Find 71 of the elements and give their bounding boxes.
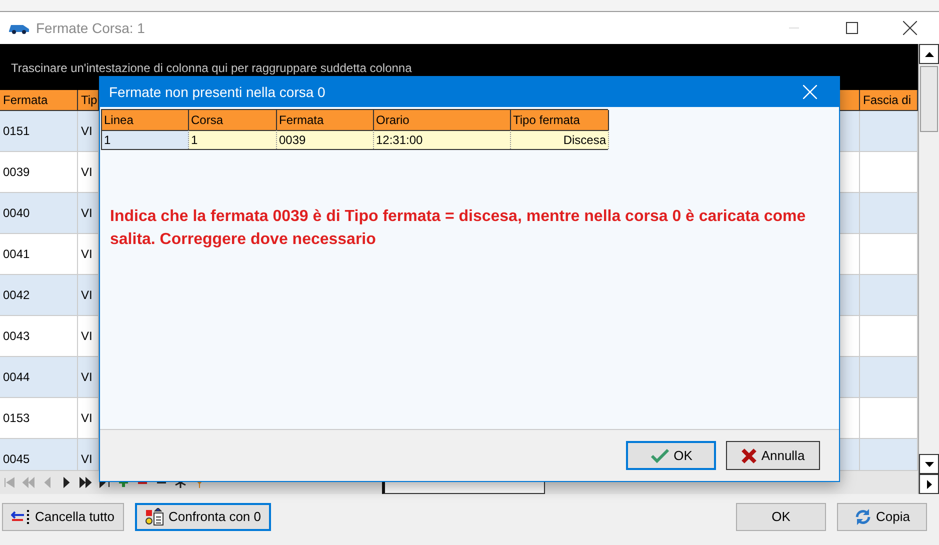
bus-icon	[8, 22, 30, 34]
table-cell: Discesa	[511, 130, 609, 149]
table-cell	[860, 316, 918, 357]
navigation-icon[interactable]	[79, 476, 92, 489]
clear-icon	[11, 508, 31, 524]
table-cell: 0039	[277, 130, 374, 149]
table-cell: VI	[78, 439, 99, 470]
up-arrow-icon	[924, 52, 934, 56]
column-header[interactable]: Fascia di	[860, 90, 918, 111]
table-cell: 0044	[0, 357, 78, 398]
table-cell	[860, 152, 918, 193]
table-cell: 1	[102, 130, 189, 149]
table-cell: VI	[78, 316, 99, 357]
table-cell: 0043	[0, 316, 78, 357]
table-cell: 1	[189, 130, 277, 149]
right-arrow-icon	[926, 480, 932, 488]
table-cell: VI	[78, 398, 99, 439]
table-cell: VI	[78, 275, 99, 316]
table-cell	[860, 398, 918, 439]
footer-button[interactable]: Cancella tutto	[2, 502, 124, 530]
close-icon[interactable]	[903, 21, 917, 35]
group-panel-hint: Trascinare un'intestazione di colonna qui per raggruppare suddetta colonna	[11, 61, 412, 75]
table-cell: 0041	[0, 234, 78, 275]
column-header[interactable]	[840, 90, 860, 111]
table-cell: 0042	[0, 275, 78, 316]
table-cell: 0040	[0, 193, 78, 234]
check-icon	[650, 448, 670, 464]
scroll-up-button[interactable]	[919, 44, 939, 64]
table-cell: 0153	[0, 398, 78, 439]
table-cell: VI	[78, 234, 99, 275]
maximize-icon[interactable]	[846, 22, 858, 34]
close-icon	[741, 448, 758, 464]
column-header[interactable]: Fermata	[0, 90, 78, 111]
scrollbar-thumb[interactable]	[920, 66, 938, 132]
column-header[interactable]: Fermata	[277, 110, 374, 130]
table-cell	[840, 275, 860, 316]
window-title: Fermate Corsa: 1	[36, 20, 146, 36]
warning-message: Indica che la fermata 0039 è di Tipo fermata = discesa, mentre nella corsa 0 è caricata come salita. Correggere dove necessario	[110, 207, 807, 250]
footer-button[interactable]: Copia	[837, 502, 927, 530]
down-arrow-icon	[924, 462, 934, 466]
column-header[interactable]: Corsa	[189, 110, 277, 130]
column-header[interactable]: Tipo fermata	[511, 110, 609, 130]
table-cell: VI	[78, 152, 99, 193]
footer-button[interactable]: Confronta con 0	[134, 502, 272, 530]
column-header[interactable]: Linea	[102, 110, 189, 130]
table-cell	[860, 357, 918, 398]
table-cell: 0039	[0, 152, 78, 193]
table-cell: 0045	[0, 439, 78, 470]
table-cell: 0151	[0, 111, 78, 152]
scroll-down-button[interactable]	[919, 454, 939, 474]
table-cell: VI	[78, 193, 99, 234]
table-cell	[860, 234, 918, 275]
table-cell	[860, 275, 918, 316]
vertical-scrollbar[interactable]	[918, 44, 939, 494]
table-cell: VI	[78, 357, 99, 398]
table-cell: VI	[78, 111, 99, 152]
column-header[interactable]: Orario	[374, 110, 511, 130]
table-cell	[840, 193, 860, 234]
column-header[interactable]: Tip	[78, 90, 99, 111]
table-cell	[860, 111, 918, 152]
table-cell: 12:31:00	[374, 130, 511, 149]
dialog-button[interactable]: OK	[626, 441, 716, 470]
table-cell	[840, 357, 860, 398]
scroll-right-button[interactable]	[919, 474, 939, 494]
refresh-icon	[854, 508, 872, 526]
table-cell	[860, 193, 918, 234]
dialog-title: Fermate non presenti nella corsa 0	[109, 84, 326, 100]
footer-button[interactable]: OK	[736, 502, 826, 530]
table-cell	[840, 111, 860, 152]
dialog-button[interactable]: Annulla	[726, 441, 820, 470]
compare-icon	[144, 508, 164, 526]
